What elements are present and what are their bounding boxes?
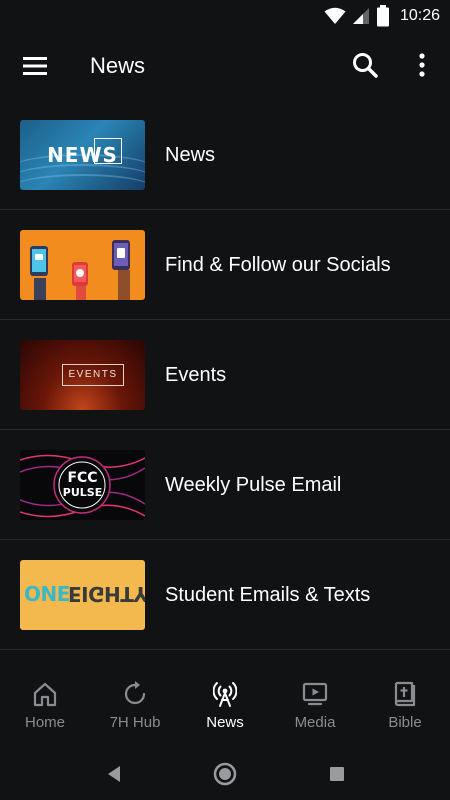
more-vert-icon <box>419 53 425 77</box>
list-item-events[interactable]: EVENTS Events <box>0 320 450 430</box>
list-item-label: Student Emails & Texts <box>165 584 371 606</box>
search-button[interactable] <box>352 52 380 80</box>
list-item-news[interactable]: NEWS News <box>0 100 450 210</box>
nav-item-home[interactable]: Home <box>0 668 90 748</box>
list-item-weekly-pulse[interactable]: FCC PULSE Weekly Pulse Email <box>0 430 450 540</box>
list-item-label: News <box>165 144 216 166</box>
nav-label: News <box>206 714 244 731</box>
news-thumbnail: NEWS <box>20 120 145 190</box>
status-time: 10:26 <box>399 7 440 24</box>
pulse-thumbnail-line1: FCC <box>67 470 98 486</box>
news-thumbnail-text: NEWS <box>47 143 118 167</box>
nav-label: Media <box>294 714 336 731</box>
more-options-button[interactable] <box>412 52 432 80</box>
events-thumbnail: EVENTS <box>20 340 145 410</box>
one-eighty-right-text: EIGHTY <box>68 582 145 606</box>
list-item-label: Events <box>165 364 227 386</box>
nav-label: Home <box>24 714 65 731</box>
pulse-thumbnail: FCC PULSE <box>20 450 145 520</box>
back-icon[interactable] <box>100 760 128 788</box>
broadcast-icon <box>213 682 237 707</box>
status-bar: 10:26 <box>0 0 450 32</box>
battery-icon <box>376 5 389 27</box>
nav-item-7h-hub[interactable]: 7H Hub <box>90 668 180 748</box>
home-circle-icon[interactable] <box>211 760 239 788</box>
menu-button[interactable] <box>22 52 48 80</box>
list-item-socials[interactable]: Find & Follow our Socials <box>0 210 450 320</box>
one-eighty-left-text: ONE <box>24 582 70 606</box>
bottom-navigation: Home 7H Hub News Media Bible <box>0 668 450 748</box>
events-thumbnail-text: EVENTS <box>68 369 118 380</box>
signal-icon <box>352 8 369 24</box>
page-title: News <box>90 53 146 78</box>
pulse-thumbnail-line2: PULSE <box>62 486 103 499</box>
recents-icon[interactable] <box>323 760 351 788</box>
list-item-label: Weekly Pulse Email <box>165 474 342 496</box>
refresh-icon <box>124 681 146 705</box>
app-bar: News <box>0 32 450 100</box>
socials-thumbnail <box>20 230 145 300</box>
nav-item-media[interactable]: Media <box>270 668 360 748</box>
system-navigation-bar <box>0 748 450 800</box>
one-eighty-thumbnail: ONE EIGHTY <box>20 560 145 630</box>
play-screen-icon <box>302 682 328 706</box>
news-list: NEWS News Find & Follow our Socials EVEN… <box>0 100 450 650</box>
phones-illustration-icon <box>30 240 130 300</box>
nav-label: 7H Hub <box>109 714 161 731</box>
menu-icon <box>23 57 47 75</box>
wifi-icon <box>324 7 346 24</box>
nav-item-bible[interactable]: Bible <box>360 668 450 748</box>
nav-item-news[interactable]: News <box>180 668 270 748</box>
list-item-student-emails[interactable]: ONE EIGHTY Student Emails & Texts <box>0 540 450 650</box>
bible-icon <box>394 681 416 707</box>
list-item-label: Find & Follow our Socials <box>165 254 391 276</box>
nav-label: Bible <box>388 714 422 731</box>
home-icon <box>33 682 57 707</box>
search-icon <box>353 53 378 78</box>
